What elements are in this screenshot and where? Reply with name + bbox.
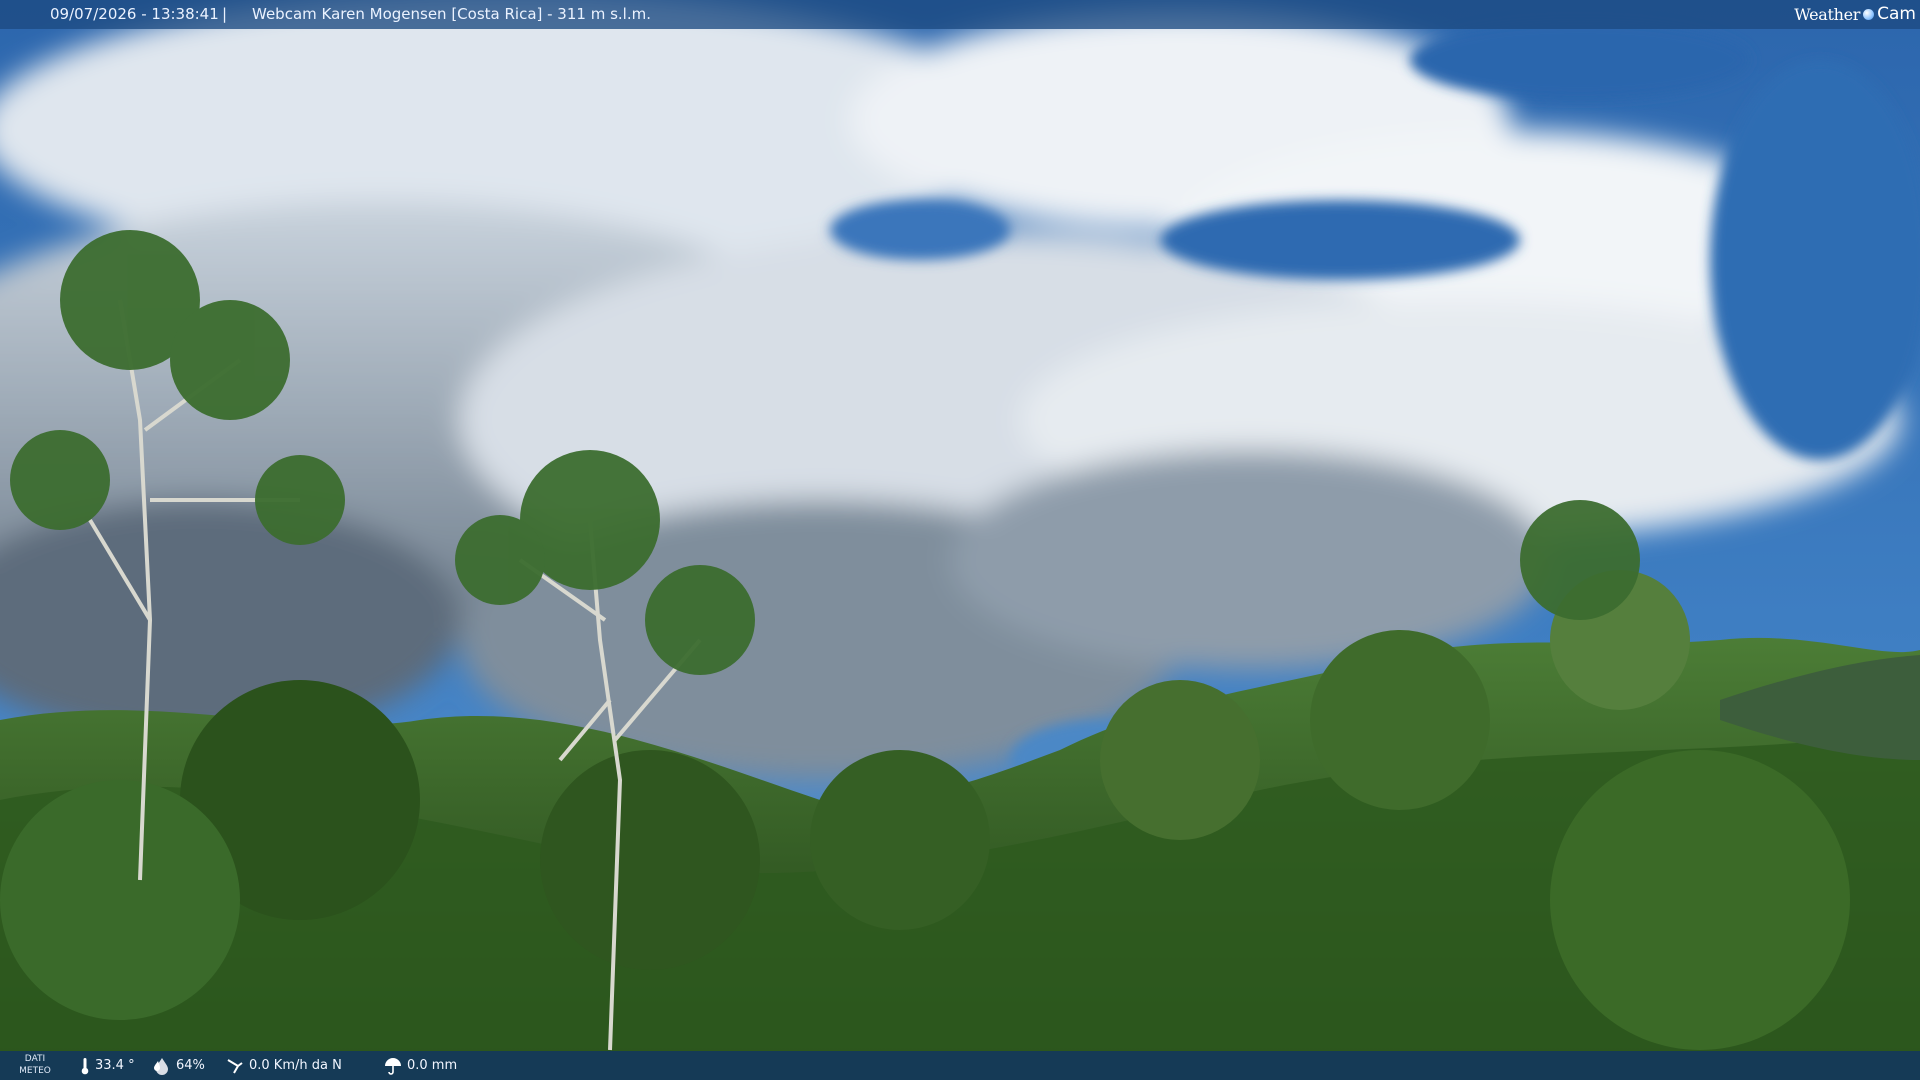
weathercam-logo[interactable]: Weather Cam: [1794, 0, 1916, 29]
humidity-drop-icon: [154, 1057, 168, 1075]
humidity-reading: 64%: [153, 1051, 205, 1080]
globe-dot-icon: [1863, 9, 1875, 20]
webcam-image: [0, 0, 1920, 1080]
thermometer-icon: [81, 1057, 89, 1074]
webcam-title: Webcam Karen Mogensen [Costa Rica] - 311…: [252, 5, 651, 23]
humidity-value: 64%: [176, 1058, 205, 1073]
weather-data-label-line1: DATI: [24, 1054, 46, 1064]
datetime-text: 09/07/2026 - 13:38:41: [50, 5, 219, 23]
rain-value: 0.0 mm: [407, 1058, 458, 1073]
weather-data-bar: DATI METEO 33.4 ° 64% 0.0 Km/h da N 0.0 …: [0, 1051, 1920, 1080]
rain-reading: 0.0 mm: [384, 1051, 457, 1080]
rain-umbrella-icon: [385, 1057, 401, 1075]
wind-icon: [227, 1058, 243, 1073]
logo-word-right: Cam: [1877, 4, 1916, 24]
temperature-value: 33.4 °: [95, 1058, 135, 1073]
wind-reading: 0.0 Km/h da N: [226, 1051, 342, 1080]
wind-value: 0.0 Km/h da N: [249, 1058, 342, 1073]
weather-data-label: DATI METEO: [10, 1053, 60, 1077]
temperature-reading: 33.4 °: [80, 1051, 135, 1080]
top-info-bar: 09/07/2026 - 13:38:41 | Webcam Karen Mog…: [0, 0, 1920, 29]
logo-word-left: Weather: [1794, 5, 1861, 24]
weather-data-label-line2: METEO: [19, 1066, 51, 1076]
title-separator: |: [222, 5, 228, 23]
